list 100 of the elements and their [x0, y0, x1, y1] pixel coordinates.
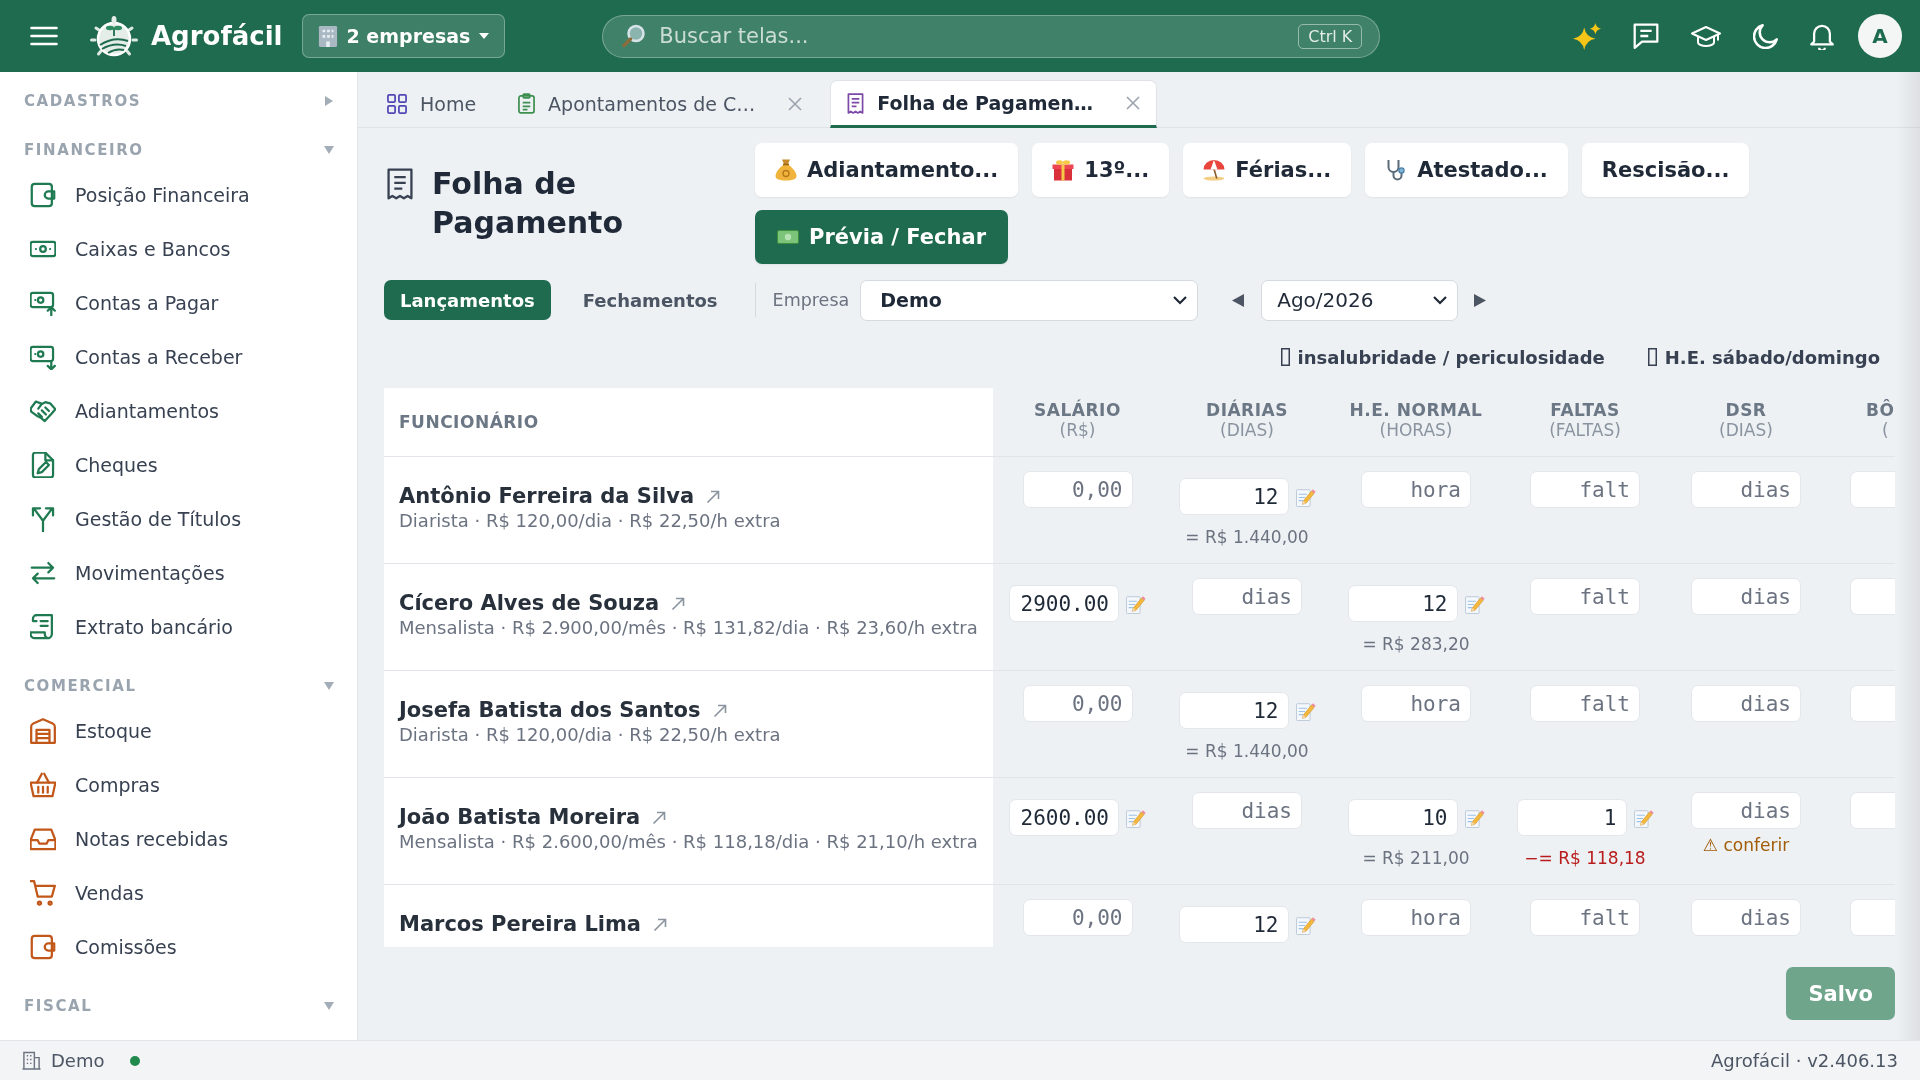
input-field[interactable]: dias: [1691, 899, 1801, 936]
graduation-cap-icon[interactable]: [1691, 25, 1721, 47]
grid-icon: [387, 93, 407, 114]
diagonal-arrow-icon[interactable]: [712, 703, 727, 718]
input-field[interactable]: 0,00: [1022, 899, 1133, 936]
next-month-icon[interactable]: [1474, 293, 1487, 307]
sidebar-item[interactable]: Compras: [0, 760, 357, 810]
action-button[interactable]: Prévia / Fechar: [755, 210, 1008, 264]
sidebar-item[interactable]: Gestão de Títulos: [0, 494, 357, 544]
input-field[interactable]: 0,00: [1022, 685, 1133, 722]
computed-total: = R$ 1.440,00: [1185, 528, 1309, 547]
close-icon[interactable]: [1125, 96, 1140, 110]
input-field[interactable]: dias: [1691, 685, 1801, 722]
action-button[interactable]: Adiantamento...: [755, 143, 1019, 197]
sidebar-item[interactable]: Cheques: [0, 440, 357, 490]
memo-pencil-icon: [1464, 807, 1485, 828]
view-tab[interactable]: Lançamentos: [384, 280, 551, 320]
option-toggle[interactable]: insalubridade / periculosidade: [1280, 346, 1605, 368]
input-field[interactable]: 12: [1347, 585, 1458, 622]
inbox-tray-icon: [30, 826, 56, 852]
menu-icon[interactable]: [30, 26, 58, 46]
action-button[interactable]: Atestado...: [1365, 143, 1568, 197]
input-field[interactable]: 12: [1178, 906, 1289, 943]
column-unit: (: [1882, 420, 1889, 440]
input-field[interactable]: 2900.00: [1009, 585, 1119, 622]
period-select[interactable]: Ago/2026: [1261, 279, 1459, 321]
sidebar-item[interactable]: Contas a Pagar: [0, 278, 357, 328]
sidebar-item[interactable]: Notas recebidas: [0, 814, 357, 864]
scroll-icon: [30, 614, 56, 640]
view-tab[interactable]: Fechamentos: [566, 280, 734, 320]
input-field[interactable]: falt: [1530, 899, 1640, 936]
memo-pencil-icon: [1633, 807, 1654, 828]
input-field[interactable]: [1850, 578, 1895, 615]
tab[interactable]: Home: [373, 80, 491, 127]
input-field[interactable]: [1850, 685, 1895, 722]
input-field[interactable]: [1850, 471, 1895, 508]
input-field[interactable]: 12: [1178, 478, 1289, 515]
input-field[interactable]: 12: [1178, 692, 1289, 729]
sidebar-item[interactable]: Vendas: [0, 868, 357, 918]
input-field[interactable]: hora: [1361, 471, 1471, 508]
sidebar-item[interactable]: Posição Financeira: [0, 170, 357, 220]
sparkles-icon[interactable]: [1573, 22, 1601, 50]
banknote-arrow-down-icon: [30, 344, 56, 370]
employee-details: Mensalista · R$ 2.600,00/mês · R$ 118,18/dia · R$ 21,10/h extra: [399, 831, 979, 852]
input-field[interactable]: falt: [1530, 685, 1640, 722]
bell-icon[interactable]: [1810, 22, 1834, 50]
diagonal-arrow-icon[interactable]: [653, 917, 667, 932]
column-header: FUNCIONÁRIO: [384, 388, 993, 456]
sidebar-item[interactable]: Estoque: [0, 706, 357, 756]
input-field[interactable]: 1: [1516, 799, 1627, 836]
option-toggle[interactable]: H.E. sábado/domingo: [1647, 346, 1880, 368]
input-field[interactable]: dias: [1192, 792, 1302, 829]
tab[interactable]: Folha de Pagamen…: [830, 80, 1157, 128]
sidebar-item[interactable]: Adiantamentos: [0, 386, 357, 436]
memo-pencil-icon: [1295, 914, 1316, 935]
input-field[interactable]: falt: [1530, 471, 1640, 508]
employee-details: Mensalista · R$ 2.900,00/mês · R$ 131,82/dia · R$ 23,60/h extra: [399, 617, 979, 638]
action-button[interactable]: Rescisão...: [1581, 143, 1750, 197]
company-switch-button[interactable]: 2 empresas: [301, 14, 506, 58]
diagonal-arrow-icon[interactable]: [706, 489, 721, 504]
sidebar-item[interactable]: Caixas e Bancos: [0, 224, 357, 274]
tab[interactable]: Apontamentos de C…: [504, 80, 817, 127]
input-field[interactable]: dias: [1192, 578, 1302, 615]
memo-pencil-icon: [1464, 593, 1485, 614]
input-field[interactable]: 0,00: [1022, 471, 1133, 508]
company-select[interactable]: Demo: [860, 279, 1199, 321]
sidebar-item[interactable]: Extrato bancário: [0, 602, 357, 652]
input-field[interactable]: 10: [1347, 799, 1458, 836]
column-title: SALÁRIO: [1034, 400, 1121, 420]
column-title: BÔ: [1866, 400, 1895, 420]
company-label: Empresa: [772, 290, 850, 310]
input-field[interactable]: [1850, 899, 1895, 936]
input-field[interactable]: dias: [1691, 578, 1801, 615]
memo-pencil-icon: [1295, 700, 1316, 721]
document-pen-icon: [30, 452, 56, 478]
previous-month-icon[interactable]: [1232, 293, 1245, 307]
cart-icon: [30, 880, 56, 906]
input-field[interactable]: dias: [1691, 792, 1801, 829]
input-field[interactable]: falt: [1530, 578, 1640, 615]
input-field[interactable]: hora: [1361, 685, 1471, 722]
input-field[interactable]: hora: [1361, 899, 1471, 936]
input-field[interactable]: [1850, 792, 1895, 829]
handshake-icon: [30, 398, 56, 424]
sidebar-item[interactable]: Contas a Receber: [0, 332, 357, 382]
column-unit: (R$): [1059, 420, 1096, 440]
input-field[interactable]: dias: [1691, 471, 1801, 508]
user-avatar[interactable]: A: [1858, 14, 1902, 58]
diagonal-arrow-icon[interactable]: [652, 810, 667, 825]
sidebar-item[interactable]: Comissões: [0, 922, 357, 972]
action-button[interactable]: Férias...: [1183, 143, 1352, 197]
input-field[interactable]: 2600.00: [1009, 799, 1119, 836]
action-button[interactable]: 13º...: [1032, 143, 1170, 197]
computed-total: = R$ 283,20: [1362, 635, 1470, 654]
diagonal-arrow-icon[interactable]: [671, 596, 686, 611]
chat-icon[interactable]: [1633, 23, 1659, 49]
money-bag-icon: [775, 159, 797, 181]
chevron-down-icon: [1433, 295, 1448, 305]
close-icon[interactable]: [788, 96, 803, 111]
moon-icon[interactable]: [1753, 23, 1778, 49]
sidebar-item[interactable]: Movimentações: [0, 548, 357, 598]
